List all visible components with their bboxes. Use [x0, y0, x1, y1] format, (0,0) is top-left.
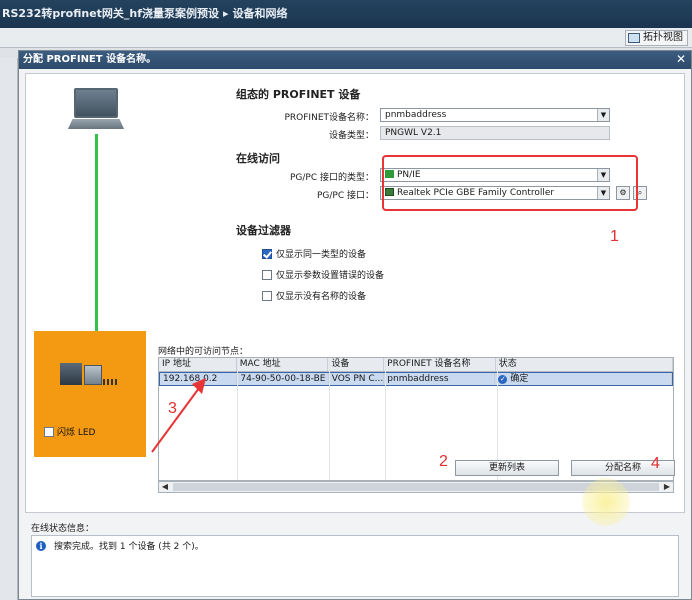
chevron-down-icon[interactable]: ▼ [597, 109, 609, 121]
status-message: 搜索完成。找到 1 个设备 (共 2 个)。 [54, 542, 204, 552]
update-list-button[interactable]: 更新列表 [455, 460, 559, 476]
cell-mac: 74-90-50-00-18-BE [237, 373, 329, 385]
cell-status: ✓ 确定 [495, 373, 672, 385]
background-left-panel [0, 58, 18, 600]
breadcrumb-project[interactable]: RS232转profinet网关_hf浇量泵案例预设 [2, 7, 219, 20]
laptop-screen [74, 88, 118, 118]
filter-same-type-checkbox[interactable] [262, 248, 272, 259]
dialog-body: 闪烁 LED 组态的 PROFINET 设备 PROFINET设备名称： pnm… [25, 73, 685, 513]
accessible-nodes-caption: 网络中的可访问节点： [158, 347, 249, 357]
cursor-highlight [582, 478, 630, 526]
col-status[interactable]: 状态 [496, 358, 673, 371]
annotation-number-1: 1 [610, 228, 619, 245]
grid-line [237, 358, 238, 480]
cell-status-text: 确定 [510, 374, 529, 384]
dialog-title-bar: 分配 PROFINET 设备名称。 ✕ [19, 51, 691, 69]
configured-device-heading: 组态的 PROFINET 设备 [236, 88, 361, 101]
scroll-left-icon[interactable]: ◀ [159, 482, 171, 492]
online-status-label: 在线状态信息： [31, 524, 95, 534]
magnifier-icon: ⌕ [637, 188, 643, 197]
close-icon[interactable]: ✕ [674, 52, 688, 66]
laptop-base [68, 119, 124, 129]
scroll-right-icon[interactable]: ▶ [661, 482, 673, 492]
online-status-box: i 搜索完成。找到 1 个设备 (共 2 个)。 [31, 535, 679, 597]
grid-line [329, 358, 330, 480]
online-status-area: 在线状态信息： i 搜索完成。找到 1 个设备 (共 2 个)。 [25, 521, 685, 597]
app-toolbar: 拓扑视图 [0, 28, 692, 48]
breadcrumb-separator: ▸ [223, 7, 229, 20]
topology-view-label: 拓扑视图 [643, 32, 683, 43]
device-type-value: PNGWL V2.1 [380, 126, 610, 140]
annotation-box-1 [382, 155, 638, 211]
status-message-row: i 搜索完成。找到 1 个设备 (共 2 个)。 [36, 539, 204, 552]
device-type-label: 设备类型： [328, 131, 374, 141]
annotation-number-3: 3 [168, 400, 177, 417]
filter-no-name-checkbox[interactable] [262, 290, 272, 301]
filter-same-type[interactable]: 仅显示同一类型的设备 [262, 247, 366, 260]
device-module-1 [60, 363, 82, 385]
cell-device: VOS PN C... [329, 373, 385, 385]
filter-same-type-label: 仅显示同一类型的设备 [276, 250, 367, 260]
topology-view-button[interactable]: 拓扑视图 [625, 30, 688, 46]
info-icon: i [36, 540, 46, 551]
flash-led-label: 闪烁 LED [57, 428, 96, 438]
annotation-number-2: 2 [439, 453, 448, 470]
filter-param-error-label: 仅显示参数设置错误的设备 [276, 271, 385, 281]
app-title-bar: RS232转profinet网关_hf浇量泵案例预设 ▸ 设备和网络 [0, 0, 692, 28]
grid-line [385, 358, 386, 480]
device-name-value: pnmbaddress [385, 110, 447, 120]
flash-led-box[interactable] [44, 426, 54, 437]
annotation-number-4: 4 [651, 455, 660, 472]
annotation-arrow-3 [151, 378, 206, 453]
device-panel: 闪烁 LED [34, 331, 146, 457]
col-pn-name[interactable]: PROFINET 设备名称 [384, 358, 496, 371]
device-module-2 [84, 365, 102, 385]
topology-icon [628, 33, 640, 43]
dialog-title: 分配 PROFINET 设备名称。 [23, 54, 157, 65]
col-device[interactable]: 设备 [328, 358, 385, 371]
device-name-label: PROFINET设备名称： [284, 113, 374, 123]
online-access-heading: 在线访问 [236, 152, 280, 165]
device-name-combo[interactable]: pnmbaddress ▼ [380, 108, 610, 122]
check-icon: ✓ [498, 375, 508, 384]
filter-no-name-label: 仅显示没有名称的设备 [276, 292, 367, 302]
iface-label: PG/PC 接口： [316, 191, 374, 201]
iface-type-label: PG/PC 接口的类型： [289, 173, 374, 183]
breadcrumb-devices[interactable]: 设备和网络 [233, 7, 288, 20]
col-mac[interactable]: MAC 地址 [237, 358, 329, 371]
flash-led-checkbox[interactable]: 闪烁 LED [44, 425, 96, 438]
device-filter-heading: 设备过滤器 [236, 224, 291, 237]
filter-param-error[interactable]: 仅显示参数设置错误的设备 [262, 268, 384, 281]
filter-no-name[interactable]: 仅显示没有名称的设备 [262, 289, 366, 302]
pg-pc-icon [68, 88, 124, 134]
device-connector [103, 379, 117, 385]
device-icon [60, 361, 120, 387]
cell-pn-name: pnmbaddress [384, 373, 496, 385]
filter-param-error-checkbox[interactable] [262, 269, 272, 280]
